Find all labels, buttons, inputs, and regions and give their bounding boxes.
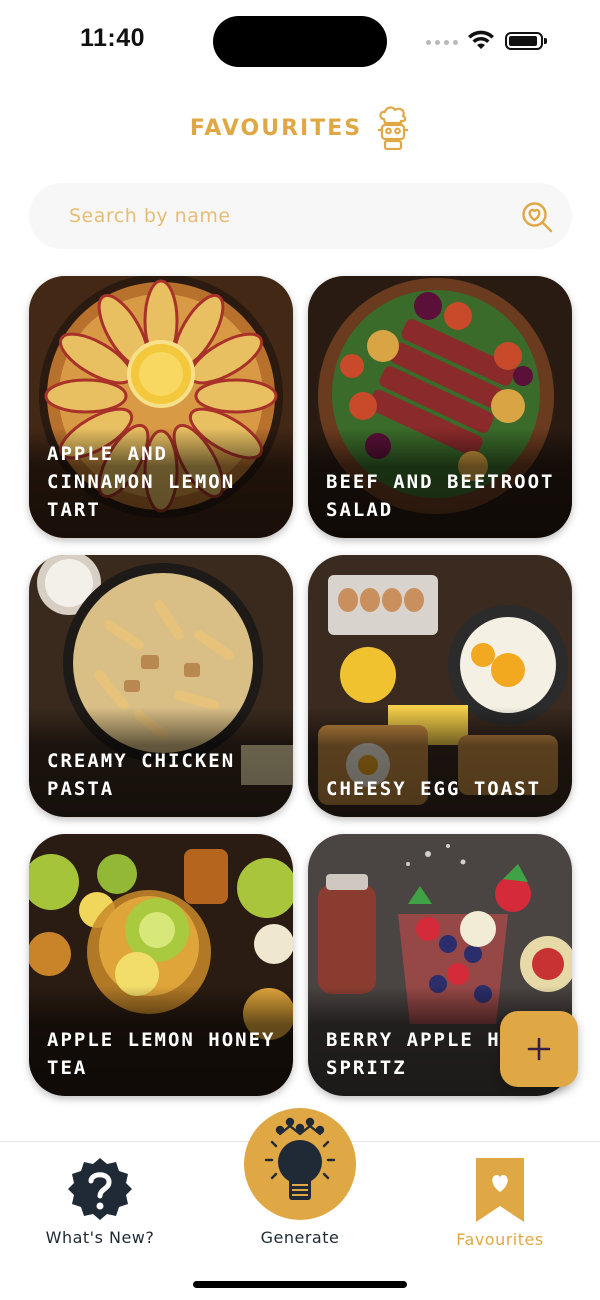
plus-icon — [527, 1037, 551, 1061]
nav-label: What's New? — [45, 1228, 155, 1247]
cellular-signal-icon — [426, 40, 458, 45]
recipe-card[interactable]: CHEESY EGG TOAST — [308, 555, 572, 817]
recipe-grid: APPLE AND CINNAMON LEMON TART BEEF AND B… — [29, 276, 572, 1097]
bottom-nav: What's New? Generate Favourites — [0, 1108, 600, 1300]
generate-button[interactable] — [244, 1108, 356, 1220]
recipe-title: BEEF AND BEETROOT SALAD — [326, 471, 555, 521]
heart-search-icon[interactable] — [519, 199, 555, 235]
nav-generate[interactable]: Generate — [230, 1108, 370, 1247]
wifi-icon — [468, 30, 494, 49]
recipe-card[interactable]: APPLE AND CINNAMON LEMON TART — [29, 276, 293, 538]
search-input[interactable] — [69, 183, 509, 249]
home-indicator — [193, 1281, 407, 1288]
add-recipe-button[interactable] — [500, 1011, 578, 1087]
nav-label: Favourites — [456, 1230, 544, 1249]
battery-icon — [505, 32, 547, 50]
recipe-title: CREAMY CHICKEN PASTA — [47, 750, 236, 800]
nav-label: Generate — [260, 1228, 340, 1247]
recipe-card[interactable]: CREAMY CHICKEN PASTA — [29, 555, 293, 817]
search-bar[interactable] — [29, 183, 572, 249]
heart-bookmark-icon — [476, 1158, 524, 1222]
page-header: FAVOURITES — [0, 98, 600, 158]
lightbulb-crown-icon — [264, 1117, 336, 1200]
recipe-card[interactable]: BEEF AND BEETROOT SALAD — [308, 276, 572, 538]
nav-favourites[interactable]: Favourites — [430, 1156, 570, 1249]
recipe-title: APPLE LEMON HONEY TEA — [47, 1029, 276, 1079]
chef-robot-icon — [378, 106, 409, 150]
status-time: 11:40 — [80, 24, 146, 52]
status-bar: 11:40 — [0, 0, 600, 80]
dynamic-island — [213, 16, 387, 67]
recipe-card[interactable]: APPLE LEMON HONEY TEA — [29, 834, 293, 1096]
recipe-title: CHEESY EGG TOAST — [326, 778, 542, 800]
page-title: FAVOURITES — [189, 115, 363, 141]
nav-whats-new[interactable]: What's New? — [30, 1156, 170, 1247]
question-badge-icon — [68, 1158, 132, 1220]
recipe-title: APPLE AND CINNAMON LEMON TART — [47, 443, 236, 521]
